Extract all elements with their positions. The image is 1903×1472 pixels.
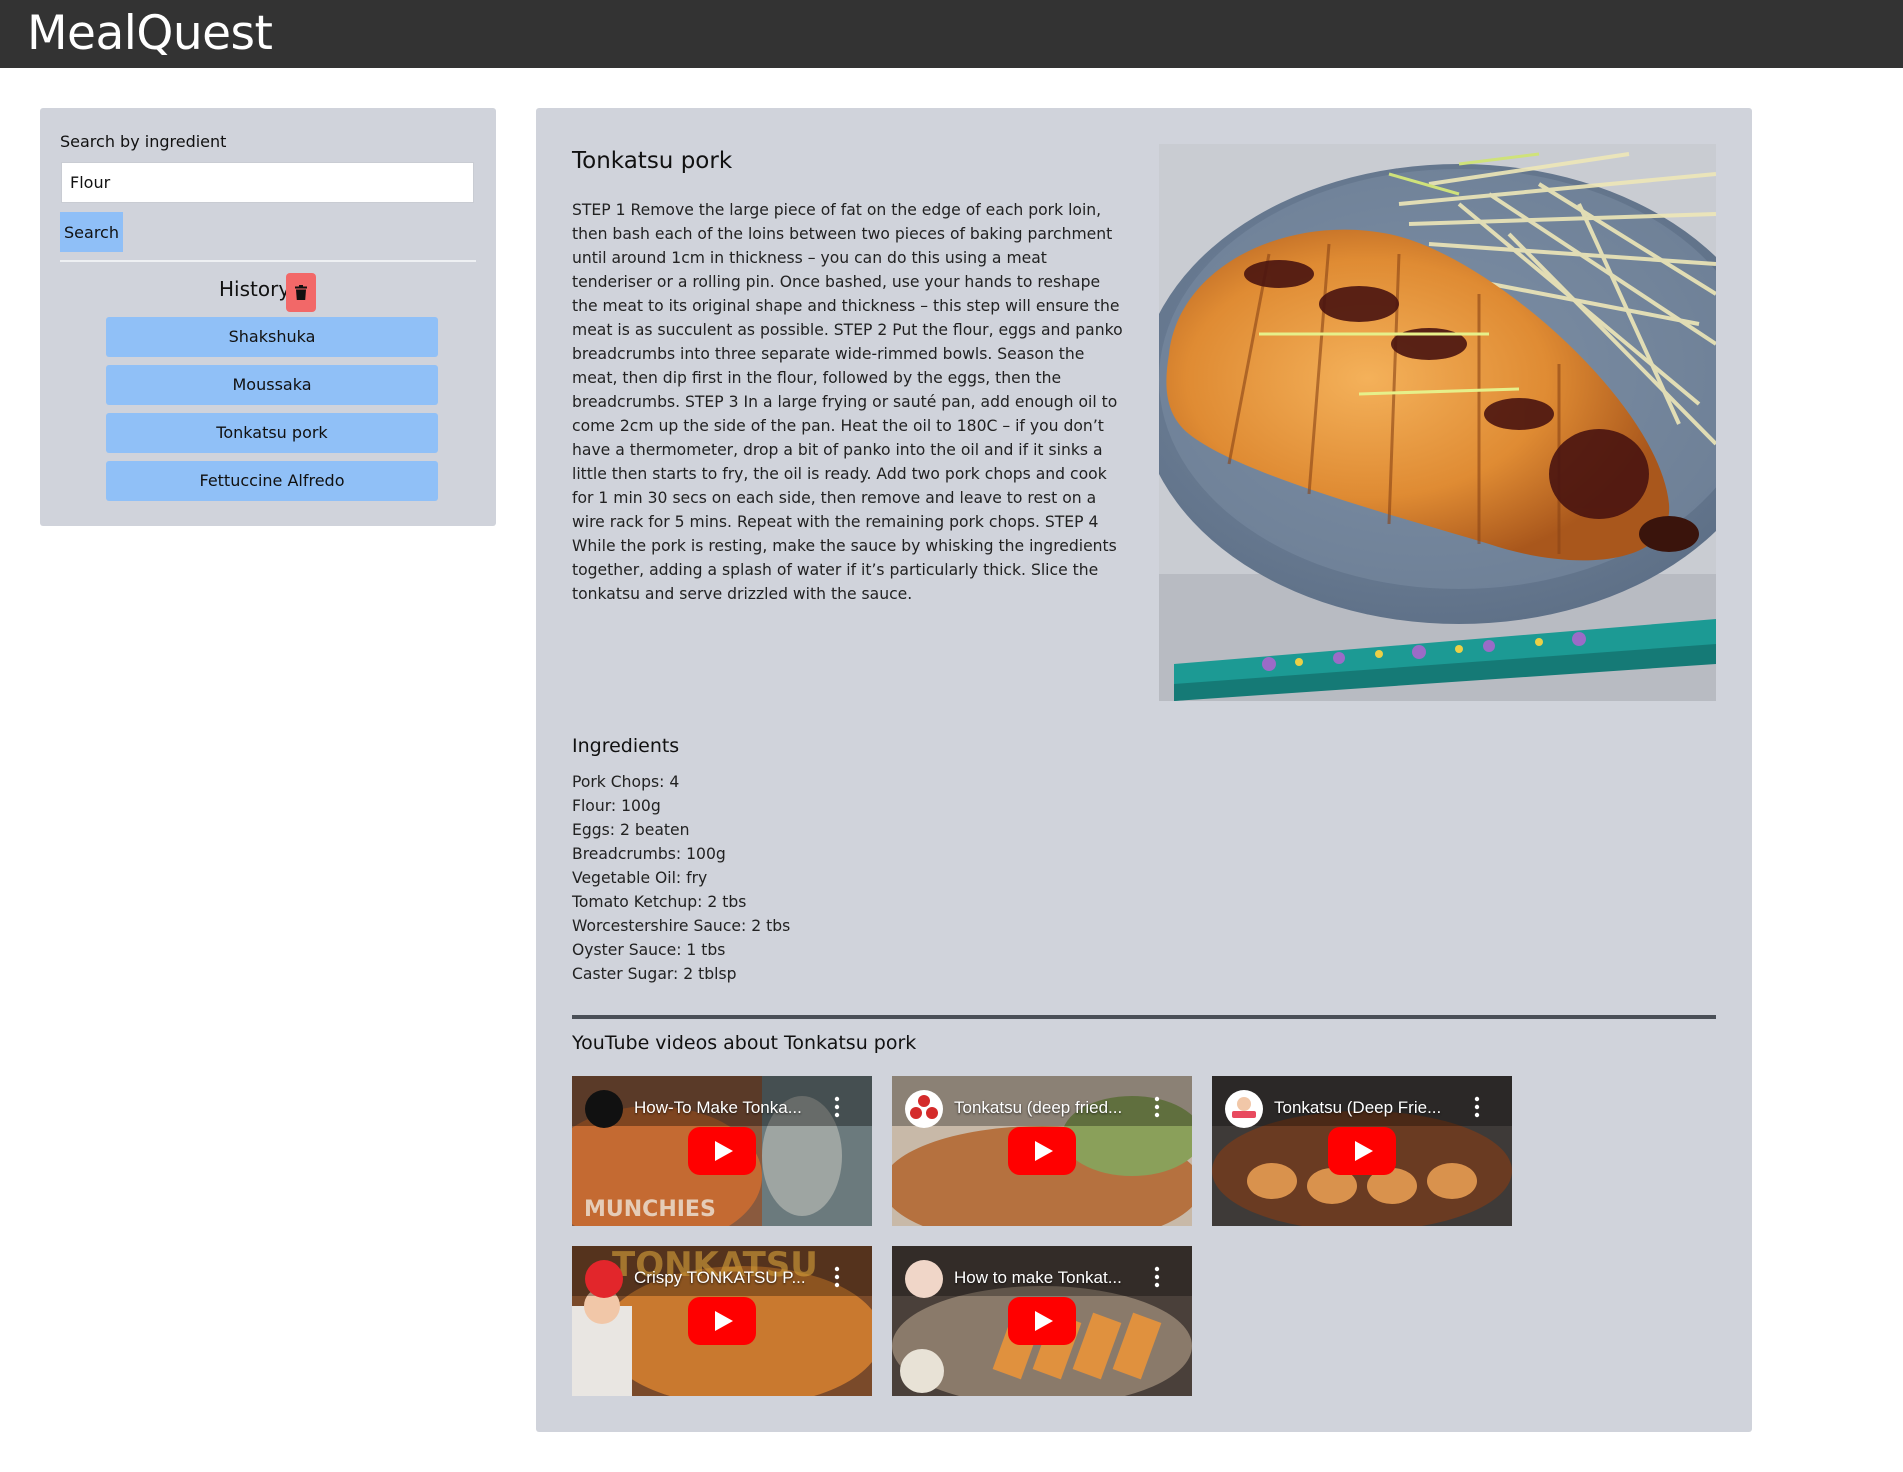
app-title[interactable]: MealQuest	[27, 6, 273, 62]
channel-avatar-icon[interactable]	[1225, 1090, 1263, 1128]
history-item-moussaka[interactable]: Moussaka	[106, 365, 438, 405]
ingredient-item: Caster Sugar: 2 tblsp	[572, 965, 737, 983]
video-title[interactable]: How-To Make Tonka...	[634, 1098, 828, 1118]
video-title[interactable]: Tonkatsu (Deep Frie...	[1274, 1098, 1468, 1118]
more-options-icon[interactable]	[834, 1266, 840, 1288]
ingredient-item: Breadcrumbs: 100g	[572, 845, 726, 863]
videos-title: YouTube videos about Tonkatsu pork	[572, 1032, 917, 1054]
recipe-panel: Tonkatsu pork STEP 1 Remove the large pi…	[536, 108, 1752, 1432]
ingredient-item: Flour: 100g	[572, 797, 661, 815]
recipe-title: Tonkatsu pork	[572, 148, 733, 174]
history-item-shakshuka[interactable]: Shakshuka	[106, 317, 438, 357]
recipe-instructions: STEP 1 Remove the large piece of fat on …	[572, 201, 1123, 603]
history-header: History	[40, 265, 496, 313]
video-title[interactable]: How to make Tonkat...	[954, 1268, 1148, 1288]
more-options-icon[interactable]	[1474, 1096, 1480, 1118]
channel-avatar-icon[interactable]	[905, 1260, 943, 1298]
search-sidebar: Search by ingredient Search History Shak…	[40, 108, 496, 526]
recipe-image	[1159, 144, 1716, 701]
youtube-video-3[interactable]: Tonkatsu (Deep Frie...	[1212, 1076, 1512, 1226]
youtube-video-5[interactable]: How to make Tonkat...	[892, 1246, 1192, 1396]
play-button-icon[interactable]	[688, 1127, 756, 1175]
channel-avatar-icon[interactable]	[585, 1090, 623, 1128]
ingredients-title: Ingredients	[572, 735, 680, 757]
svg-text:MUNCHIES: MUNCHIES	[584, 1197, 716, 1222]
channel-avatar-icon[interactable]	[905, 1090, 943, 1128]
play-button-icon[interactable]	[1328, 1127, 1396, 1175]
trash-icon	[295, 285, 307, 300]
more-options-icon[interactable]	[834, 1096, 840, 1118]
play-button-icon[interactable]	[1008, 1127, 1076, 1175]
history-item-tonkatsu-pork[interactable]: Tonkatsu pork	[106, 413, 438, 453]
ingredients-list: Pork Chops: 4 Flour: 100g Eggs: 2 beaten…	[572, 770, 790, 986]
ingredient-item: Vegetable Oil: fry	[572, 869, 708, 887]
channel-avatar-icon[interactable]	[585, 1260, 623, 1298]
ingredient-item: Pork Chops: 4	[572, 773, 680, 791]
search-label: Search by ingredient	[60, 132, 227, 151]
play-button-icon[interactable]	[688, 1297, 756, 1345]
section-divider	[572, 1015, 1716, 1019]
youtube-video-4[interactable]: TONKATSU Crispy TONKATSU P...	[572, 1246, 872, 1396]
more-options-icon[interactable]	[1154, 1266, 1160, 1288]
divider	[60, 260, 476, 262]
ingredient-item: Oyster Sauce: 1 tbs	[572, 941, 726, 959]
history-label: History	[219, 277, 291, 301]
ingredient-item: Tomato Ketchup: 2 tbs	[572, 893, 747, 911]
youtube-video-1[interactable]: MUNCHIES How-To Make Tonka...	[572, 1076, 872, 1226]
youtube-video-2[interactable]: Tonkatsu (deep fried...	[892, 1076, 1192, 1226]
video-title[interactable]: Tonkatsu (deep fried...	[954, 1098, 1148, 1118]
more-options-icon[interactable]	[1154, 1096, 1160, 1118]
clear-history-button[interactable]	[286, 273, 316, 312]
video-title[interactable]: Crispy TONKATSU P...	[634, 1268, 828, 1288]
history-item-fettuccine-alfredo[interactable]: Fettuccine Alfredo	[106, 461, 438, 501]
play-button-icon[interactable]	[1008, 1297, 1076, 1345]
search-input[interactable]	[61, 162, 474, 203]
top-navbar: MealQuest	[0, 0, 1903, 68]
search-button[interactable]: Search	[60, 212, 123, 252]
ingredient-item: Eggs: 2 beaten	[572, 821, 690, 839]
ingredient-item: Worcestershire Sauce: 2 tbs	[572, 917, 791, 935]
